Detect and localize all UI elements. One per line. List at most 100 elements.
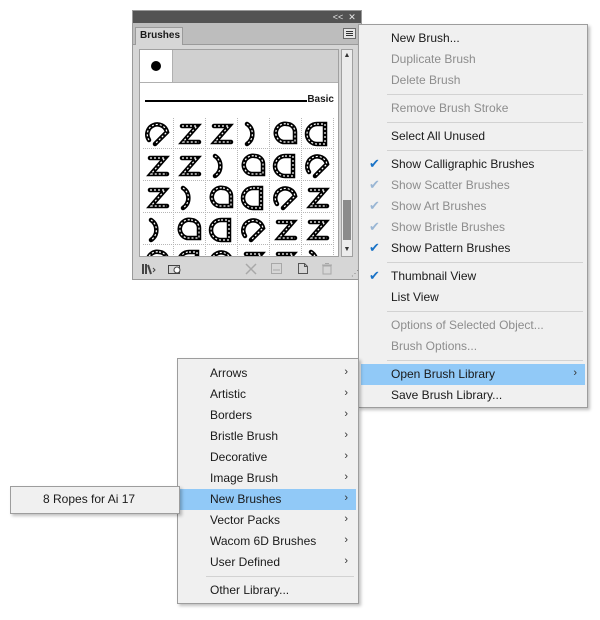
pattern-brush-thumbnail[interactable] [207, 182, 238, 213]
rope-pattern-icon [146, 187, 170, 209]
pattern-brush-thumbnail[interactable] [207, 246, 238, 256]
menu-item-select-all-unused[interactable]: Select All Unused [361, 126, 585, 147]
menu-item-new-brushes[interactable]: New Brushes › [180, 489, 356, 510]
menu-item-label: Select All Unused [391, 129, 486, 143]
rope-pattern-icon [210, 123, 234, 145]
menu-item-save-brush-library[interactable]: Save Brush Library... [361, 385, 585, 406]
panel-menu-button[interactable] [343, 28, 356, 39]
scroll-up-icon[interactable]: ▲ [342, 50, 352, 62]
brush-row-fill [173, 50, 338, 83]
menu-item-show-art-brushes[interactable]: ✔ Show Art Brushes [361, 196, 585, 217]
panel-title-bar[interactable]: << ✕ [133, 11, 361, 23]
options-icon[interactable] [269, 262, 285, 275]
menu-item-label: Delete Brush [391, 73, 461, 87]
menu-item-show-bristle-brushes[interactable]: ✔ Show Bristle Brushes [361, 217, 585, 238]
rope-pattern-icon [145, 122, 170, 147]
menu-item-bristle-brush[interactable]: Bristle Brush › [180, 426, 356, 447]
menu-item-image-brush[interactable]: Image Brush › [180, 468, 356, 489]
menu-item-wacom-6d-brushes[interactable]: Wacom 6D Brushes › [180, 531, 356, 552]
pattern-brush-thumbnail[interactable] [175, 246, 206, 256]
pattern-brush-thumbnail[interactable] [175, 182, 206, 213]
menu-item-decorative[interactable]: Decorative › [180, 447, 356, 468]
rope-pattern-icon [146, 155, 170, 177]
pattern-brush-thumbnail[interactable] [271, 214, 302, 245]
menu-item-label: Other Library... [210, 583, 290, 597]
pattern-brush-thumbnail[interactable] [239, 214, 270, 245]
menu-item-show-calligraphic-brushes[interactable]: ✔ Show Calligraphic Brushes [361, 154, 585, 175]
pattern-brush-thumbnail[interactable] [175, 214, 206, 245]
menu-item-user-defined[interactable]: User Defined › [180, 552, 356, 573]
delete-brush-icon[interactable] [319, 262, 335, 275]
brushes-tab[interactable]: Brushes [135, 27, 183, 45]
pattern-brush-thumbnail[interactable] [303, 118, 334, 149]
menu-item-other-library[interactable]: Other Library... [180, 580, 356, 601]
pattern-brush-thumbnail[interactable] [303, 214, 334, 245]
menu-separator [387, 360, 583, 361]
pattern-brush-thumbnail[interactable] [303, 150, 334, 181]
pattern-brush-thumbnail[interactable] [143, 246, 174, 256]
calligraphic-brush-thumbnail[interactable] [140, 50, 173, 83]
scroll-down-icon[interactable]: ▼ [342, 244, 352, 256]
chevron-right-icon: › [573, 367, 577, 379]
collapse-panel-button[interactable]: << [331, 11, 345, 23]
pattern-brush-thumbnail[interactable] [271, 182, 302, 213]
pattern-brush-thumbnail[interactable] [271, 118, 302, 149]
menu-item-label: Artistic [210, 387, 246, 401]
menu-separator [387, 122, 583, 123]
menu-item-borders[interactable]: Borders › [180, 405, 356, 426]
pattern-brush-thumbnail[interactable] [271, 150, 302, 181]
pattern-brush-thumbnail[interactable] [175, 150, 206, 181]
basic-brush-item[interactable]: Basic [140, 90, 338, 112]
pattern-brush-thumbnail[interactable] [207, 214, 238, 245]
menu-item-duplicate-brush[interactable]: Duplicate Brush [361, 49, 585, 70]
basic-stroke-preview [145, 100, 307, 102]
menu-item-label: Save Brush Library... [391, 388, 503, 402]
menu-item-brush-options[interactable]: Brush Options... [361, 336, 585, 357]
pattern-brush-thumbnail[interactable] [271, 246, 302, 256]
brush-libraries-icon[interactable] [141, 262, 157, 275]
menu-item-label: Vector Packs [210, 513, 281, 527]
chevron-right-icon: › [344, 513, 348, 525]
menu-item-label: Arrows [210, 366, 248, 380]
pattern-brush-thumbnail[interactable] [175, 118, 206, 149]
pattern-brush-thumbnail[interactable] [239, 182, 270, 213]
menu-item-show-scatter-brushes[interactable]: ✔ Show Scatter Brushes [361, 175, 585, 196]
remove-stroke-icon[interactable] [243, 262, 259, 275]
pattern-brush-thumbnail[interactable] [207, 150, 238, 181]
menu-item-open-brush-library[interactable]: Open Brush Library › [361, 364, 585, 385]
pattern-brush-thumbnail[interactable] [303, 182, 334, 213]
scroll-thumb[interactable] [343, 200, 351, 240]
menu-item-options-of-selected-object[interactable]: Options of Selected Object... [361, 315, 585, 336]
menu-item-label: Show Calligraphic Brushes [391, 157, 535, 171]
pattern-brush-thumbnail[interactable] [207, 118, 238, 149]
menu-item-vector-packs[interactable]: Vector Packs › [180, 510, 356, 531]
round-brush-dot [151, 61, 161, 71]
rope-pattern-icon [209, 185, 234, 209]
pattern-brush-thumbnail[interactable] [143, 214, 174, 245]
menu-item-label: Duplicate Brush [391, 52, 476, 66]
pattern-brush-thumbnail[interactable] [143, 182, 174, 213]
pattern-brush-thumbnail[interactable] [239, 246, 270, 256]
pattern-brush-thumbnail[interactable] [239, 118, 270, 149]
panel-scrollbar[interactable]: ▲ ▼ [341, 49, 353, 257]
menu-item-show-pattern-brushes[interactable]: ✔ Show Pattern Brushes [361, 238, 585, 259]
menu-item-label: List View [391, 290, 439, 304]
pattern-brush-thumbnail[interactable] [143, 150, 174, 181]
menu-item-arrows[interactable]: Arrows › [180, 363, 356, 384]
pattern-brush-thumbnail[interactable] [143, 118, 174, 149]
menu-item-8-ropes-for-ai-17[interactable]: 8 Ropes for Ai 17 [13, 489, 177, 510]
basic-brush-label: Basic [307, 94, 334, 105]
menu-item-list-view[interactable]: List View [361, 287, 585, 308]
menu-item-new-brush[interactable]: New Brush... [361, 28, 585, 49]
pattern-brush-thumbnail[interactable] [239, 150, 270, 181]
menu-item-remove-brush-stroke[interactable]: Remove Brush Stroke [361, 98, 585, 119]
menu-item-delete-brush[interactable]: Delete Brush [361, 70, 585, 91]
chevron-right-icon: › [344, 450, 348, 462]
brush-library-submenu: Arrows › Artistic › Borders › Bristle Brush › De… [177, 358, 359, 604]
libraries-panel-icon[interactable] [167, 262, 183, 275]
menu-item-artistic[interactable]: Artistic › [180, 384, 356, 405]
close-panel-button[interactable]: ✕ [345, 11, 359, 23]
menu-item-thumbnail-view[interactable]: ✔ Thumbnail View [361, 266, 585, 287]
pattern-brush-thumbnail[interactable] [303, 246, 334, 256]
new-brush-icon[interactable] [295, 262, 311, 275]
